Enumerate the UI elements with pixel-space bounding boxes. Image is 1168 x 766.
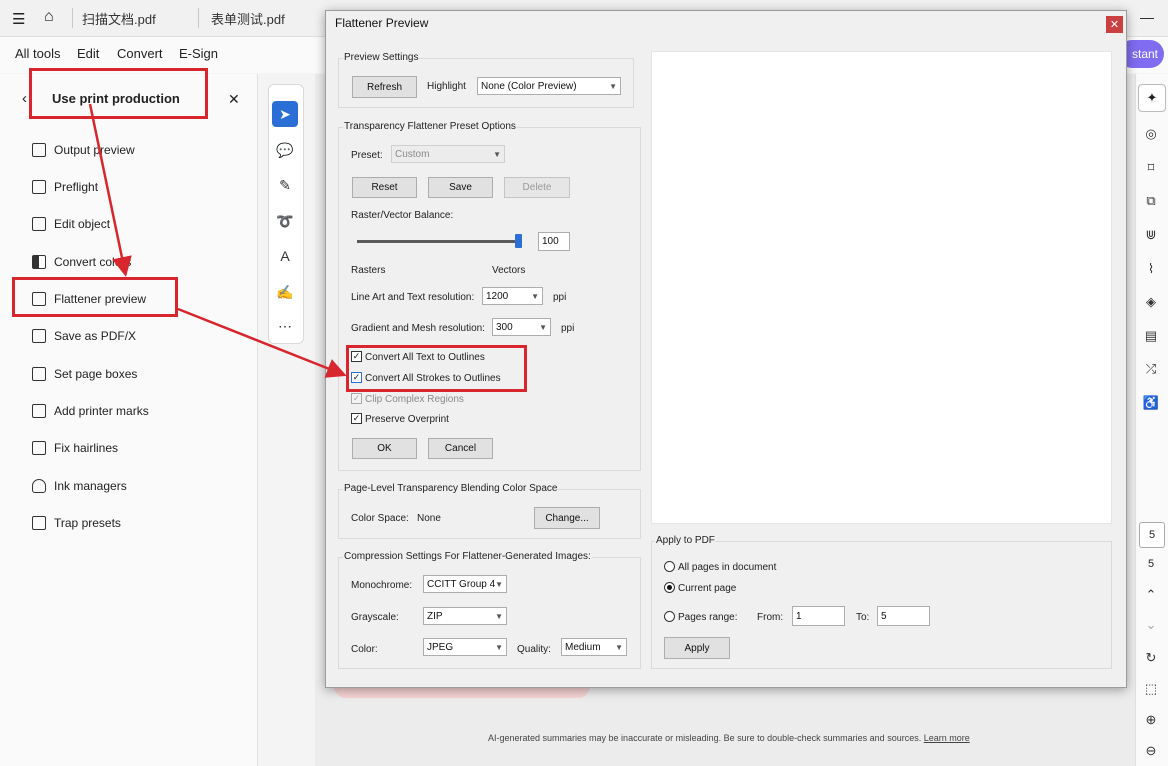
annotation-arrows: [88, 103, 347, 378]
arrow-to-convert-options: [177, 307, 347, 378]
arrow-to-flattener-item: [88, 103, 132, 277]
